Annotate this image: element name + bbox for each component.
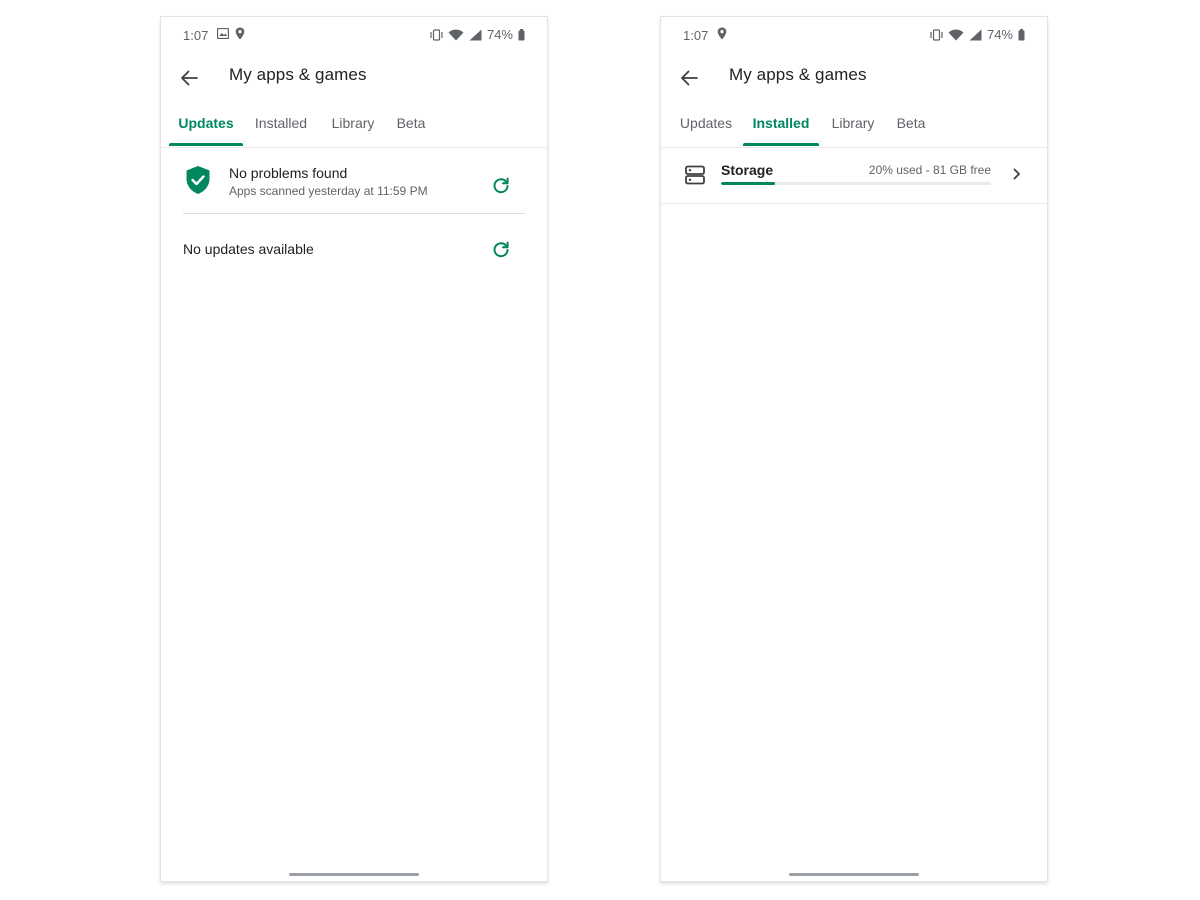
tab-label: Beta: [896, 115, 926, 131]
chevron-right-icon: [1013, 168, 1020, 180]
back-button[interactable]: [175, 64, 203, 92]
signal-icon: [469, 29, 482, 40]
status-time: 1:07: [683, 28, 709, 43]
tab-label: Installed: [752, 115, 810, 131]
check-updates-button[interactable]: [489, 238, 513, 262]
updates-status: No updates available: [161, 233, 547, 267]
arrow-back-icon: [181, 70, 198, 86]
app-bar: My apps & games: [161, 55, 547, 101]
page-title: My apps & games: [729, 65, 867, 84]
tab-beta[interactable]: Beta: [391, 109, 431, 145]
battery-percent: 74%: [486, 27, 513, 42]
tab-library[interactable]: Library: [325, 109, 381, 145]
gallery-icon: [217, 28, 229, 39]
tab-label: Library: [831, 115, 875, 131]
storage-progress-bar: [721, 182, 991, 185]
no-updates-text: No updates available: [183, 241, 314, 257]
tab-label: Updates: [679, 115, 733, 131]
wifi-icon: [948, 29, 964, 40]
play-protect-status[interactable]: No problems found Apps scanned yesterday…: [161, 162, 547, 214]
scan-status-subtitle: Apps scanned yesterday at 11:59 PM: [229, 184, 428, 198]
page-title: My apps & games: [229, 65, 367, 84]
phone-screen-updates: 1:07 74% My apps & games Updates Install…: [160, 16, 548, 882]
back-button[interactable]: [675, 64, 703, 92]
storage-label: Storage: [721, 162, 774, 178]
scan-refresh-button[interactable]: [489, 174, 513, 198]
tab-label: Installed: [254, 115, 308, 131]
home-indicator[interactable]: [289, 873, 419, 876]
storage-row[interactable]: Storage 20% used - 81 GB free: [661, 147, 1047, 204]
tab-beta[interactable]: Beta: [891, 109, 931, 145]
tab-installed[interactable]: Installed: [247, 109, 315, 145]
storage-usage-text: 20% used - 81 GB free: [868, 163, 991, 177]
tab-indicator: [743, 143, 819, 146]
status-bar: 1:07 74%: [161, 17, 547, 55]
vibrate-icon: [430, 28, 443, 41]
tab-updates[interactable]: Updates: [169, 109, 243, 146]
status-bar: 1:07 74%: [661, 17, 1047, 55]
tab-library[interactable]: Library: [825, 109, 881, 145]
status-time: 1:07: [183, 28, 209, 43]
battery-percent: 74%: [986, 27, 1013, 42]
refresh-icon: [493, 241, 509, 258]
arrow-back-icon: [681, 70, 698, 86]
shield-check-icon: [186, 166, 210, 194]
phone-screen-installed: 1:07 74% My apps & games Updates Install…: [660, 16, 1048, 882]
wifi-icon: [448, 29, 464, 40]
refresh-icon: [493, 177, 509, 194]
tab-bar: Updates Installed Library Beta: [161, 109, 547, 148]
tab-bar: Updates Installed Library Beta: [661, 109, 1047, 148]
vibrate-icon: [930, 28, 943, 41]
tab-indicator: [169, 143, 243, 146]
tab-updates[interactable]: Updates: [669, 109, 743, 145]
storage-chevron[interactable]: [1007, 164, 1027, 184]
storage-icon: [685, 165, 705, 185]
app-bar: My apps & games: [661, 55, 1047, 101]
tab-label: Updates: [178, 115, 234, 131]
tab-label: Library: [331, 115, 375, 131]
divider: [183, 213, 525, 214]
scan-status-title: No problems found: [229, 165, 348, 181]
location-icon: [717, 27, 727, 40]
battery-icon: [518, 28, 525, 40]
location-icon: [235, 27, 245, 40]
tab-label: Beta: [396, 115, 426, 131]
storage-progress-fill: [721, 182, 775, 185]
signal-icon: [969, 29, 982, 40]
battery-icon: [1018, 28, 1025, 40]
home-indicator[interactable]: [789, 873, 919, 876]
tab-installed[interactable]: Installed: [743, 109, 819, 146]
